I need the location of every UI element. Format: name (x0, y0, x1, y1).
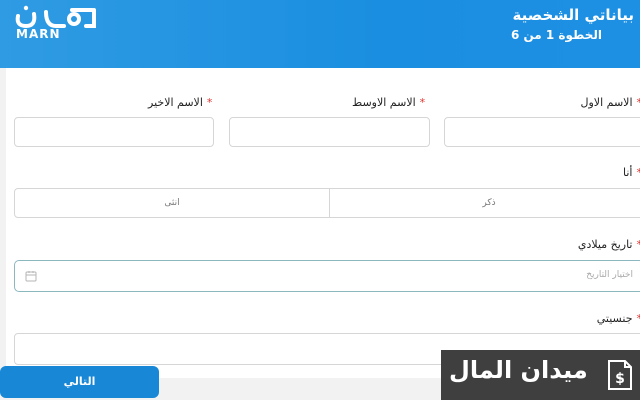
dob-placeholder: اختيار التاريخ (586, 270, 633, 280)
middle-name-label: *الاسم الاوسط (352, 96, 426, 109)
page-title: بياناتي الشخصية (512, 6, 634, 24)
logo-text: MARN (16, 27, 61, 41)
dob-input[interactable]: اختيار التاريخ (14, 260, 640, 292)
last-name-label: *الاسم الاخير (148, 96, 213, 109)
personal-info-form: *الاسم الاول *الاسم الاوسط *الاسم الاخير… (6, 68, 640, 378)
watermark-text: ميدان المال (449, 356, 588, 384)
next-button[interactable]: التالي (0, 366, 159, 398)
step-indicator: الخطوة 1 من 6 (510, 28, 602, 42)
gender-option-female[interactable]: انثى (14, 188, 330, 218)
money-document-icon: $ (608, 360, 632, 390)
dob-label: *تاريخ ميلادي (577, 238, 640, 251)
gender-label: *أنا (623, 166, 640, 179)
gender-option-male[interactable]: ذكر (329, 188, 640, 218)
svg-text:$: $ (615, 371, 625, 387)
middle-name-input[interactable] (229, 117, 430, 147)
calendar-icon (25, 271, 37, 282)
first-name-input[interactable] (444, 117, 640, 147)
app-header: MARN بياناتي الشخصية الخطوة 1 من 6 (0, 0, 640, 68)
first-name-label: *الاسم الاول (580, 96, 640, 109)
last-name-input[interactable] (14, 117, 214, 147)
watermark: ميدان المال $ (441, 350, 640, 400)
nationality-label: *جنسيتي (596, 312, 640, 325)
